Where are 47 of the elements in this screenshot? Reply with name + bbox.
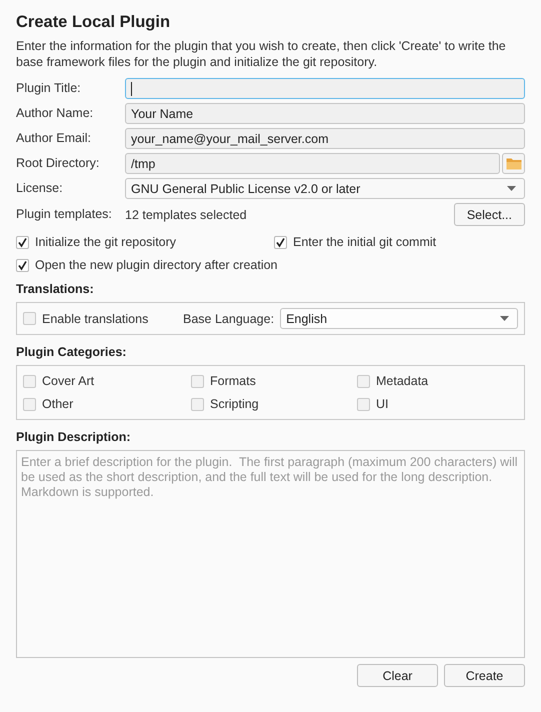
dialog-button[interactable]: Clear	[357, 664, 438, 687]
templates-count: 12 templates selected	[125, 208, 247, 222]
checkbox[interactable]	[191, 374, 204, 388]
section-heading: Translations:	[16, 282, 95, 296]
field-label: Root Directory:	[16, 155, 100, 172]
checkbox-label: Scripting	[210, 397, 259, 411]
text-field[interactable]: your_name@your_mail_server.com	[125, 128, 525, 149]
license-dropdown[interactable]: GNU General Public License v2.0 or later	[125, 178, 525, 199]
field-label: License:	[16, 180, 64, 197]
checkbox-label: Enter the initial git commit	[293, 235, 436, 249]
checkbox-label: Other	[42, 397, 74, 411]
checkbox[interactable]	[16, 236, 29, 248]
checkbox[interactable]	[357, 374, 370, 388]
field-label: Plugin Title:	[16, 80, 82, 97]
checkbox-label: Formats	[210, 374, 256, 388]
checkbox-label: Metadata	[376, 374, 428, 388]
section-heading: Plugin Categories:	[16, 345, 128, 359]
dropdown-caret-icon	[507, 186, 516, 191]
folder-icon	[506, 157, 522, 170]
directory-field[interactable]: /tmp	[125, 153, 500, 174]
select-button[interactable]: Select...	[454, 203, 525, 226]
field-label: Plugin templates:	[16, 206, 113, 223]
field-label: Base Language:	[183, 312, 274, 326]
checkbox[interactable]	[23, 312, 36, 325]
dialog-button[interactable]: Create	[444, 664, 525, 687]
section-heading: Plugin Description:	[16, 430, 132, 444]
checkbox[interactable]	[191, 398, 204, 410]
checkbox[interactable]	[274, 236, 287, 248]
checkbox[interactable]	[357, 398, 370, 410]
browse-button[interactable]	[502, 153, 525, 174]
checkbox-label: Cover Art	[42, 374, 94, 388]
checkbox[interactable]	[23, 374, 36, 388]
checkbox-label: Initialize the git repository	[35, 235, 176, 249]
checkbox[interactable]	[16, 258, 29, 272]
dropdown-caret-icon	[500, 316, 509, 321]
field-label: Author Email:	[16, 130, 92, 147]
intro-text: Enter the information for the plugin that you wish to create, then click 'Create' to write the base framework files for the plugin and initialize the git repository.	[16, 38, 507, 70]
field-label: Author Name:	[16, 105, 94, 122]
description-field[interactable]: Enter a brief description for the plugin. The first paragraph (maximum 200 characters) will be used as the short description, and the full text will be used for the long description. Markdown is supported.	[16, 450, 525, 658]
checkbox[interactable]	[23, 398, 36, 410]
text-field[interactable]	[125, 78, 525, 99]
language-dropdown[interactable]: English	[280, 308, 518, 329]
dialog-title: Create Local Plugin	[16, 12, 172, 32]
text-field[interactable]: Your Name	[125, 103, 525, 124]
checkbox-label: Open the new plugin directory after creation	[35, 258, 278, 272]
checkbox-label: UI	[376, 397, 388, 411]
checkbox-label: Enable translations	[42, 312, 148, 326]
